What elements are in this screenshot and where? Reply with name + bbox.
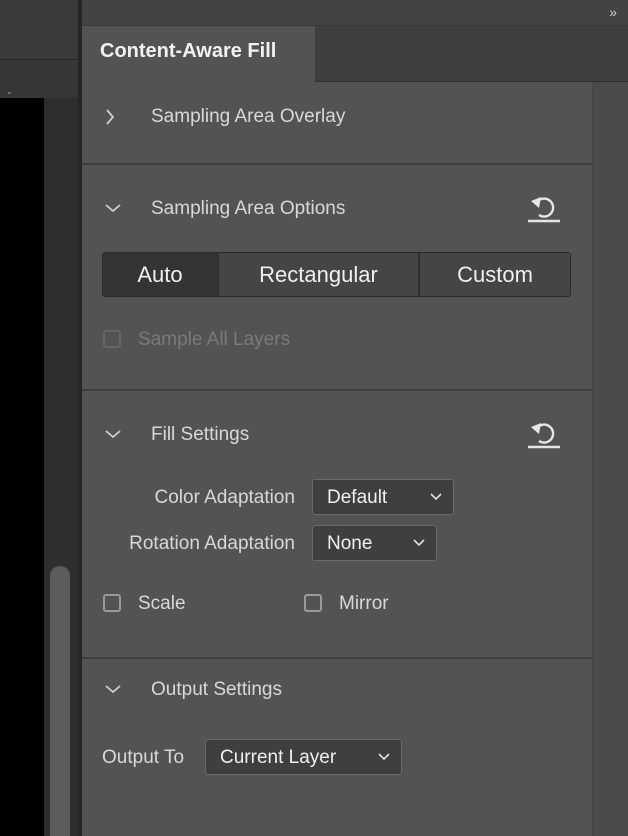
rotation-adaptation-label: Rotation Adaptation (129, 533, 295, 554)
chevron-down-icon (378, 753, 390, 761)
rotation-adaptation-dropdown[interactable]: None (312, 525, 437, 561)
double-chevron-right-icon[interactable]: » (609, 4, 617, 20)
chevron-down-icon (413, 539, 425, 547)
panel-tab-row: Content-Aware Fill (82, 26, 628, 82)
document-canvas[interactable] (0, 98, 44, 836)
scale-checkbox[interactable] (103, 594, 121, 612)
scale-label: Scale (138, 593, 186, 614)
sample-all-layers-checkbox[interactable] (103, 330, 121, 348)
mirror-checkbox[interactable] (304, 594, 322, 612)
content-aware-fill-panel: » Content-Aware Fill Sampling Area Overl… (82, 0, 628, 836)
sample-all-layers-label: Sample All Layers (138, 329, 291, 350)
chevron-down-icon (105, 430, 121, 439)
section-header-sampling-area-overlay[interactable]: Sampling Area Overlay (82, 82, 592, 142)
ruler (0, 60, 78, 98)
dropdown-value: None (327, 533, 373, 554)
chevron-down-icon (430, 493, 442, 501)
panel-scrollbar[interactable] (592, 82, 628, 836)
document-tab-bar[interactable] (0, 0, 78, 60)
section-sampling-area-overlay: Sampling Area Overlay (82, 82, 592, 165)
section-title: Output Settings (151, 679, 282, 700)
sampling-mode-segmented-control: Auto Rectangular Custom (102, 252, 571, 297)
section-header-fill-settings[interactable]: Fill Settings (82, 391, 592, 451)
section-header-sampling-area-options[interactable]: Sampling Area Options (82, 165, 592, 225)
panel-top-bar: » (82, 0, 628, 26)
mode-custom-button[interactable]: Custom (420, 253, 570, 296)
section-header-output-settings[interactable]: Output Settings (82, 659, 592, 719)
output-to-dropdown[interactable]: Current Layer (205, 739, 402, 775)
color-adaptation-dropdown[interactable]: Default (312, 479, 454, 515)
section-title: Sampling Area Options (151, 198, 346, 219)
chevron-right-icon (106, 109, 115, 125)
dropdown-value: Current Layer (220, 747, 337, 768)
reset-icon[interactable] (526, 419, 562, 449)
output-to-label: Output To (102, 747, 185, 768)
document-workspace (0, 0, 80, 836)
section-title: Fill Settings (151, 424, 250, 445)
chevron-down-icon (105, 685, 121, 694)
color-adaptation-label: Color Adaptation (154, 487, 296, 508)
mode-rectangular-button[interactable]: Rectangular (219, 253, 420, 296)
mode-auto-button[interactable]: Auto (103, 253, 219, 296)
workspace-scroll-thumb[interactable] (50, 566, 70, 836)
mirror-label: Mirror (339, 593, 389, 614)
tab-content-aware-fill[interactable]: Content-Aware Fill (82, 26, 315, 82)
dropdown-value: Default (327, 487, 388, 508)
section-title: Sampling Area Overlay (151, 106, 346, 127)
chevron-down-icon (105, 204, 121, 213)
reset-icon[interactable] (526, 193, 562, 223)
